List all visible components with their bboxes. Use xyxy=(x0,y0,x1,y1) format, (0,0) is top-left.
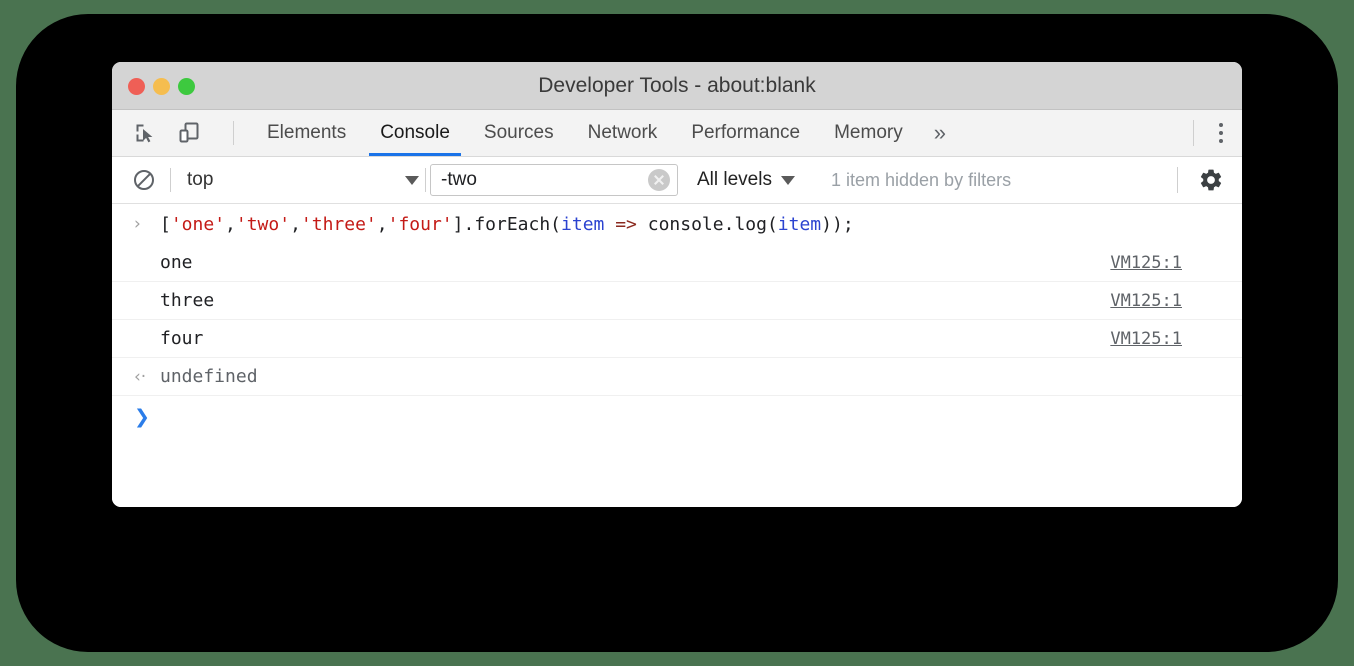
inspect-element-icon[interactable] xyxy=(130,118,160,148)
log-message: four xyxy=(160,328,1110,349)
tab-label: Sources xyxy=(484,122,554,144)
tab-network[interactable]: Network xyxy=(571,110,675,156)
code-token: item xyxy=(778,214,821,235)
console-filter-toolbar: top All levels 1 item hidden by filters xyxy=(112,157,1242,204)
tab-label: Memory xyxy=(834,122,903,144)
filterbar-divider xyxy=(1177,167,1178,193)
tab-label: Performance xyxy=(691,122,800,144)
prompt-arrow-icon: ❯ xyxy=(134,406,160,428)
input-arrow-icon: › xyxy=(134,214,160,234)
console-message-list[interactable]: › ['one','two','three','four'].forEach(i… xyxy=(112,204,1242,507)
tabstrip-divider xyxy=(1193,120,1194,146)
window-titlebar: Developer Tools - about:blank xyxy=(112,62,1242,110)
device-toolbar-icon[interactable] xyxy=(174,118,204,148)
log-level-selector[interactable]: All levels xyxy=(697,169,795,191)
more-options-icon[interactable] xyxy=(1200,110,1242,157)
tab-label: Console xyxy=(380,122,450,144)
console-result-row: ‹· undefined xyxy=(112,358,1242,396)
chevron-down-icon xyxy=(405,176,419,185)
tool-icon-group xyxy=(112,110,234,156)
console-expression: ['one','two','three','four'].forEach(ite… xyxy=(160,214,1230,235)
console-log-row: four VM125:1 xyxy=(112,320,1242,358)
tab-memory[interactable]: Memory xyxy=(817,110,920,156)
log-source-link[interactable]: VM125:1 xyxy=(1110,291,1230,311)
tab-console[interactable]: Console xyxy=(363,110,467,156)
kebab-dot xyxy=(1219,123,1223,127)
tab-performance[interactable]: Performance xyxy=(674,110,817,156)
code-token: 'three' xyxy=(301,214,377,235)
result-value: undefined xyxy=(160,366,1230,387)
tab-list: Elements Console Sources Network Perform… xyxy=(250,110,960,156)
code-token: 'four' xyxy=(388,214,453,235)
execution-context-selector[interactable]: top xyxy=(175,164,425,196)
tab-label: Network xyxy=(588,122,658,144)
code-token: , xyxy=(290,214,301,235)
code-token xyxy=(604,214,615,235)
log-source-link[interactable]: VM125:1 xyxy=(1110,329,1230,349)
code-token: 'one' xyxy=(171,214,225,235)
tabstrip-right-group xyxy=(1187,110,1242,156)
code-token: [ xyxy=(160,214,171,235)
chevron-down-icon xyxy=(781,176,795,185)
code-token: )); xyxy=(821,214,854,235)
console-log-row: one VM125:1 xyxy=(112,244,1242,282)
log-level-value: All levels xyxy=(697,169,772,191)
tab-elements[interactable]: Elements xyxy=(250,110,363,156)
console-filter-field[interactable] xyxy=(430,164,678,196)
tab-sources[interactable]: Sources xyxy=(467,110,571,156)
devtools-tabstrip: Elements Console Sources Network Perform… xyxy=(112,110,1242,157)
filterbar-right-group xyxy=(1171,163,1242,197)
toolbar-divider xyxy=(233,121,234,145)
console-prompt-row[interactable]: ❯ xyxy=(112,396,1242,438)
log-message: three xyxy=(160,290,1110,311)
code-token: , xyxy=(377,214,388,235)
tab-label: Elements xyxy=(267,122,346,144)
console-input-echo-row: › ['one','two','three','four'].forEach(i… xyxy=(112,204,1242,244)
code-token: , xyxy=(225,214,236,235)
devtools-window: Developer Tools - about:blank E xyxy=(112,62,1242,507)
code-token: => xyxy=(615,214,637,235)
kebab-dot xyxy=(1219,139,1223,143)
more-tabs-icon[interactable]: » xyxy=(920,110,960,156)
gear-icon[interactable] xyxy=(1194,163,1228,197)
hidden-items-message: 1 item hidden by filters xyxy=(831,170,1011,191)
window-title: Developer Tools - about:blank xyxy=(112,62,1242,110)
filterbar-divider xyxy=(425,168,426,192)
code-token: item xyxy=(561,214,604,235)
return-arrow-icon: ‹· xyxy=(134,367,160,387)
console-log-row: three VM125:1 xyxy=(112,282,1242,320)
execution-context-value: top xyxy=(175,169,213,191)
log-source-link[interactable]: VM125:1 xyxy=(1110,253,1230,273)
code-token: console.log( xyxy=(637,214,778,235)
filterbar-divider xyxy=(170,168,171,192)
kebab-dot xyxy=(1219,131,1223,135)
filter-input[interactable] xyxy=(441,169,648,191)
clear-console-icon[interactable] xyxy=(128,164,160,196)
code-token: 'two' xyxy=(236,214,290,235)
log-message: one xyxy=(160,252,1110,273)
code-token: ].forEach( xyxy=(453,214,561,235)
clear-filter-icon[interactable] xyxy=(648,169,670,191)
